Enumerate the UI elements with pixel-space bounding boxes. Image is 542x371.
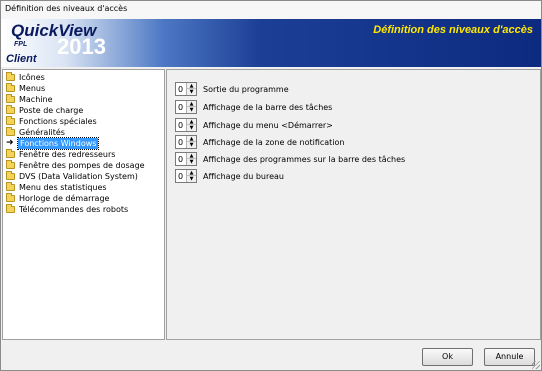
option-row: 0 ▲ ▼ Sortie du programme bbox=[175, 82, 535, 96]
option-label: Sortie du programme bbox=[203, 85, 289, 94]
tree-item[interactable]: Menu des statistiques bbox=[5, 182, 163, 193]
arrow-right-icon: ➜ bbox=[6, 138, 14, 148]
stepper-buttons: ▲ ▼ bbox=[186, 170, 196, 182]
title-bar: Définition des niveaux d'accès bbox=[1, 1, 541, 20]
folder-icon bbox=[6, 160, 15, 169]
tree-item[interactable]: Fonctions spéciales bbox=[5, 116, 163, 127]
option-row: 0 ▲ ▼ Affichage du menu <Démarrer> bbox=[175, 118, 535, 132]
tree-item-label: Fenêtre des pompes de dosage bbox=[19, 161, 145, 170]
tree-item-label: Horloge de démarrage bbox=[19, 194, 110, 203]
tree-item[interactable]: Télécommandes des robots bbox=[5, 204, 163, 215]
resize-grip[interactable] bbox=[532, 361, 540, 369]
level-stepper[interactable]: 0 ▲ ▼ bbox=[175, 118, 197, 132]
header-banner: QuickView 2013 FPL Client Définition des… bbox=[1, 19, 541, 67]
tree-item-label: DVS (Data Validation System) bbox=[19, 172, 138, 181]
option-label: Affichage de la zone de notification bbox=[203, 138, 345, 147]
tree-item-label: Icônes bbox=[19, 73, 45, 82]
folder-icon bbox=[6, 182, 15, 191]
category-tree[interactable]: Icônes Menus Machine Poste de charge Fon… bbox=[2, 69, 165, 340]
folder-icon bbox=[6, 116, 15, 125]
folder-icon bbox=[6, 105, 15, 114]
tree-item-label: Fenêtre des redresseurs bbox=[19, 150, 116, 159]
stepper-value[interactable]: 0 bbox=[178, 154, 183, 165]
option-label: Affichage du bureau bbox=[203, 172, 284, 181]
ok-button[interactable]: Ok bbox=[422, 348, 473, 366]
level-stepper[interactable]: 0 ▲ ▼ bbox=[175, 82, 197, 96]
option-row: 0 ▲ ▼ Affichage des programmes sur la ba… bbox=[175, 152, 535, 166]
tree-item[interactable]: Fenêtre des pompes de dosage bbox=[5, 160, 163, 171]
tree-item[interactable]: Fenêtre des redresseurs bbox=[5, 149, 163, 160]
folder-icon bbox=[6, 171, 15, 180]
logo-fpl: FPL bbox=[14, 41, 28, 48]
tree-item[interactable]: Poste de charge bbox=[5, 105, 163, 116]
logo-client: Client bbox=[6, 53, 37, 65]
folder-icon bbox=[6, 94, 15, 103]
option-row: 0 ▲ ▼ Affichage du bureau bbox=[175, 169, 535, 183]
tree-item-selected[interactable]: ➜ Fonctions Windows bbox=[5, 137, 163, 150]
tree-item-label: Fonctions Windows bbox=[16, 137, 100, 150]
option-label: Affichage de la barre des tâches bbox=[203, 103, 333, 112]
tree-item-label: Menus bbox=[19, 84, 46, 93]
stepper-value[interactable]: 0 bbox=[178, 84, 183, 95]
stepper-down-icon[interactable]: ▼ bbox=[187, 142, 196, 148]
stepper-value[interactable]: 0 bbox=[178, 137, 183, 148]
stepper-value[interactable]: 0 bbox=[178, 120, 183, 131]
tree-item[interactable]: Icônes bbox=[5, 72, 163, 83]
options-panel: 0 ▲ ▼ Sortie du programme 0 ▲ ▼ Affichag… bbox=[166, 69, 541, 340]
option-row: 0 ▲ ▼ Affichage de la barre des tâches bbox=[175, 100, 535, 114]
option-label: Affichage des programmes sur la barre de… bbox=[203, 155, 406, 164]
tree-item-label: Télécommandes des robots bbox=[19, 205, 129, 214]
window-title: Définition des niveaux d'accès bbox=[5, 4, 128, 13]
stepper-buttons: ▲ ▼ bbox=[186, 136, 196, 148]
tree-item-label: Poste de charge bbox=[19, 106, 84, 115]
tree-item[interactable]: Menus bbox=[5, 83, 163, 94]
stepper-buttons: ▲ ▼ bbox=[186, 101, 196, 113]
stepper-down-icon[interactable]: ▼ bbox=[187, 125, 196, 131]
button-bar: Ok Annule bbox=[1, 341, 541, 370]
folder-icon bbox=[6, 204, 15, 213]
stepper-buttons: ▲ ▼ bbox=[186, 119, 196, 131]
tree-item-label: Menu des statistiques bbox=[19, 183, 107, 192]
stepper-down-icon[interactable]: ▼ bbox=[187, 159, 196, 165]
stepper-buttons: ▲ ▼ bbox=[186, 153, 196, 165]
level-stepper[interactable]: 0 ▲ ▼ bbox=[175, 100, 197, 114]
folder-icon bbox=[6, 72, 15, 81]
cancel-button[interactable]: Annule bbox=[484, 348, 535, 366]
logo-year: 2013 bbox=[57, 34, 106, 59]
level-stepper[interactable]: 0 ▲ ▼ bbox=[175, 135, 197, 149]
tree-item[interactable]: DVS (Data Validation System) bbox=[5, 171, 163, 182]
tree-item[interactable]: Horloge de démarrage bbox=[5, 193, 163, 204]
banner-title: Définition des niveaux d'accès bbox=[373, 24, 533, 36]
folder-icon bbox=[6, 83, 15, 92]
folder-icon bbox=[6, 149, 15, 158]
tree-item[interactable]: Généralités bbox=[5, 127, 163, 138]
tree-item-label: Machine bbox=[19, 95, 53, 104]
access-levels-window: Définition des niveaux d'accès QuickView… bbox=[0, 0, 542, 371]
tree-item-label: Généralités bbox=[19, 128, 65, 137]
stepper-value[interactable]: 0 bbox=[178, 171, 183, 182]
folder-icon bbox=[6, 127, 15, 136]
stepper-value[interactable]: 0 bbox=[178, 102, 183, 113]
option-label: Affichage du menu <Démarrer> bbox=[203, 121, 333, 130]
tree-item-label: Fonctions spéciales bbox=[19, 117, 97, 126]
folder-icon bbox=[6, 193, 15, 202]
stepper-down-icon[interactable]: ▼ bbox=[187, 89, 196, 95]
level-stepper[interactable]: 0 ▲ ▼ bbox=[175, 169, 197, 183]
stepper-buttons: ▲ ▼ bbox=[186, 83, 196, 95]
level-stepper[interactable]: 0 ▲ ▼ bbox=[175, 152, 197, 166]
option-row: 0 ▲ ▼ Affichage de la zone de notificati… bbox=[175, 135, 535, 149]
stepper-down-icon[interactable]: ▼ bbox=[187, 176, 196, 182]
stepper-down-icon[interactable]: ▼ bbox=[187, 107, 196, 113]
tree-item[interactable]: Machine bbox=[5, 94, 163, 105]
